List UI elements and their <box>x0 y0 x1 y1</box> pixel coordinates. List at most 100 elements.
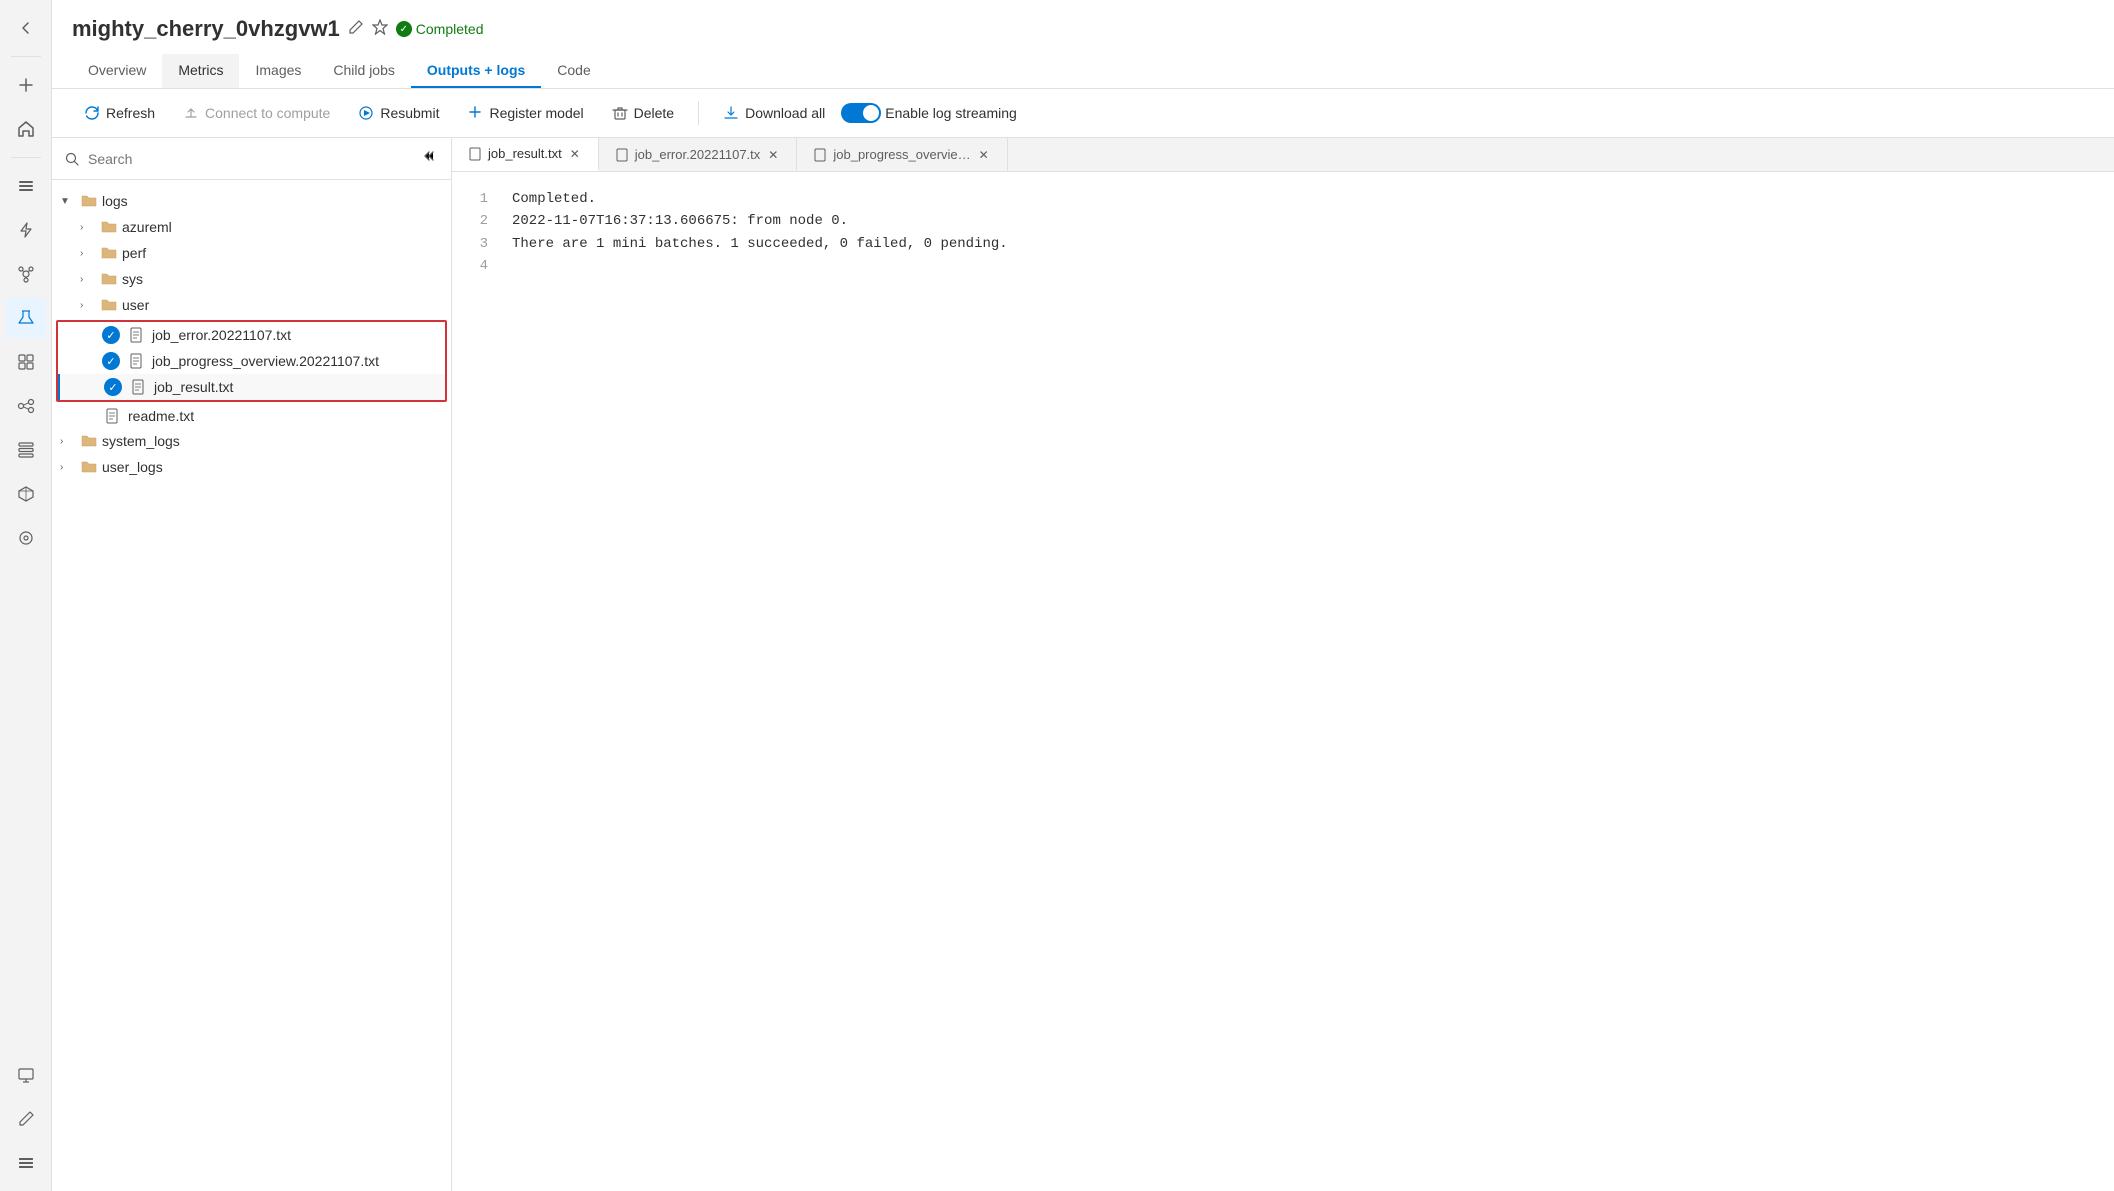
tree-file-job-progress-label: job_progress_overview.20221107.txt <box>152 353 379 369</box>
sidebar-icon-network[interactable] <box>6 254 46 294</box>
page-title: mighty_cherry_0vhzgvw1 <box>72 16 340 42</box>
delete-label: Delete <box>634 105 674 121</box>
tree-folder-logs-label: logs <box>102 193 128 209</box>
sidebar-icon-bolt[interactable] <box>6 210 46 250</box>
sidebar-icon-monitor[interactable] <box>6 1055 46 1095</box>
editor-tab-error[interactable]: job_error.20221107.tx ✕ <box>599 138 798 171</box>
sidebar-icon-home[interactable] <box>6 109 46 149</box>
download-icon <box>723 105 739 121</box>
tree-folder-azureml[interactable]: › azureml <box>52 214 451 240</box>
tree-file-job-error-label: job_error.20221107.txt <box>152 327 291 343</box>
tree-folder-system-logs[interactable]: › system_logs <box>52 428 451 454</box>
tree-folder-sys-label: sys <box>122 271 143 287</box>
tree-folder-user-logs[interactable]: › user_logs <box>52 454 451 480</box>
favorite-icon[interactable] <box>372 19 388 40</box>
tree-folder-user[interactable]: › user <box>52 292 451 318</box>
connect-button[interactable]: Connect to compute <box>171 99 342 127</box>
editor-tab-progress-label: job_progress_overvie… <box>833 147 970 162</box>
tab-images[interactable]: Images <box>239 54 317 88</box>
register-button[interactable]: Register model <box>455 99 595 127</box>
resubmit-icon <box>358 105 374 121</box>
tree-file-job-result[interactable]: ✓ job_result.txt <box>58 374 445 400</box>
tree-folder-logs[interactable]: ▼ logs <box>52 188 451 214</box>
sidebar-icon-pen[interactable] <box>6 1099 46 1139</box>
sidebar-icon-data[interactable] <box>6 430 46 470</box>
toolbar-separator <box>698 101 699 125</box>
close-tab-result[interactable]: ✕ <box>568 147 582 161</box>
tree-folder-perf-label: perf <box>122 245 146 261</box>
sidebar-icon-cube[interactable] <box>6 474 46 514</box>
sidebar-icon-settings[interactable] <box>6 1143 46 1183</box>
tab-overview[interactable]: Overview <box>72 54 162 88</box>
refresh-icon <box>84 105 100 121</box>
tree-folder-perf[interactable]: › perf <box>52 240 451 266</box>
tree-file-job-error[interactable]: ✓ job_error.20221107.txt <box>58 322 445 348</box>
sidebar-divider-1 <box>11 56 41 57</box>
tree-folder-system-logs-label: system_logs <box>102 433 180 449</box>
search-icon <box>64 151 80 167</box>
delete-button[interactable]: Delete <box>600 99 686 127</box>
sidebar-icon-add[interactable] <box>6 65 46 105</box>
chevron-right-icon: › <box>60 436 76 447</box>
file-tab-icon <box>615 148 629 162</box>
sidebar-icon-pipeline[interactable] <box>6 386 46 426</box>
editor-tab-error-label: job_error.20221107.tx <box>635 147 761 162</box>
tab-metrics[interactable]: Metrics <box>162 54 239 88</box>
chevron-down-icon: ▼ <box>60 196 76 207</box>
chevron-right-icon: › <box>80 274 96 285</box>
tab-code[interactable]: Code <box>541 54 606 88</box>
sidebar-icon-list[interactable] <box>6 166 46 206</box>
editor-content: 1Completed.22022-11-07T16:37:13.606675: … <box>452 172 2114 1191</box>
register-icon <box>467 105 483 121</box>
tree-file-readme[interactable]: readme.txt <box>52 404 451 428</box>
search-bar <box>52 138 451 180</box>
delete-icon <box>612 105 628 121</box>
sidebar-icon-endpoints[interactable] <box>6 518 46 558</box>
check-icon: ✓ <box>102 326 120 344</box>
selection-box: ✓ job_error.20221107.txt ✓ job_progress_… <box>56 320 447 402</box>
download-button[interactable]: Download all <box>711 99 837 127</box>
file-icon <box>130 379 146 395</box>
status-dot: ✓ <box>396 21 412 37</box>
tree-folder-azureml-label: azureml <box>122 219 172 235</box>
file-tree: ▼ logs › azureml › perf <box>52 180 451 1191</box>
edit-icon[interactable] <box>348 19 364 40</box>
tree-folder-sys[interactable]: › sys <box>52 266 451 292</box>
sidebar-icon-experiment[interactable] <box>6 298 46 338</box>
chevron-right-icon: › <box>80 248 96 259</box>
folder-icon <box>80 192 98 210</box>
refresh-button[interactable]: Refresh <box>72 99 167 127</box>
line-content: 2022-11-07T16:37:13.606675: from node 0. <box>512 210 848 232</box>
tree-file-job-progress[interactable]: ✓ job_progress_overview.20221107.txt <box>58 348 445 374</box>
folder-icon <box>100 218 118 236</box>
folder-icon <box>100 244 118 262</box>
sidebar-icon-modules[interactable] <box>6 342 46 382</box>
chevron-right-icon: › <box>80 222 96 233</box>
search-input[interactable] <box>88 151 407 167</box>
log-streaming-toggle[interactable] <box>841 103 881 123</box>
folder-icon <box>80 432 98 450</box>
line-number: 1 <box>468 188 488 210</box>
file-tab-icon <box>468 147 482 161</box>
editor-area: job_result.txt ✕ job_error.20221107.tx ✕… <box>452 138 2114 1191</box>
tab-childjobs[interactable]: Child jobs <box>317 54 410 88</box>
editor-tab-progress[interactable]: job_progress_overvie… ✕ <box>797 138 1007 171</box>
close-tab-progress[interactable]: ✕ <box>977 148 991 162</box>
close-tab-error[interactable]: ✕ <box>766 148 780 162</box>
collapse-button[interactable] <box>415 146 439 171</box>
chevron-right-icon: › <box>80 300 96 311</box>
editor-tab-result[interactable]: job_result.txt ✕ <box>452 138 599 171</box>
sidebar-icon-back[interactable] <box>6 8 46 48</box>
code-line: 22022-11-07T16:37:13.606675: from node 0… <box>468 210 2098 232</box>
content-area: ▼ logs › azureml › perf <box>52 138 2114 1191</box>
code-line: 4 <box>468 255 2098 277</box>
folder-icon <box>100 296 118 314</box>
tree-folder-user-logs-label: user_logs <box>102 459 163 475</box>
tree-file-job-result-label: job_result.txt <box>154 379 233 395</box>
tab-outputs[interactable]: Outputs + logs <box>411 54 541 88</box>
line-number: 4 <box>468 255 488 277</box>
file-icon <box>128 353 144 369</box>
resubmit-button[interactable]: Resubmit <box>346 99 451 127</box>
file-explorer: ▼ logs › azureml › perf <box>52 138 452 1191</box>
sidebar-divider-2 <box>11 157 41 158</box>
